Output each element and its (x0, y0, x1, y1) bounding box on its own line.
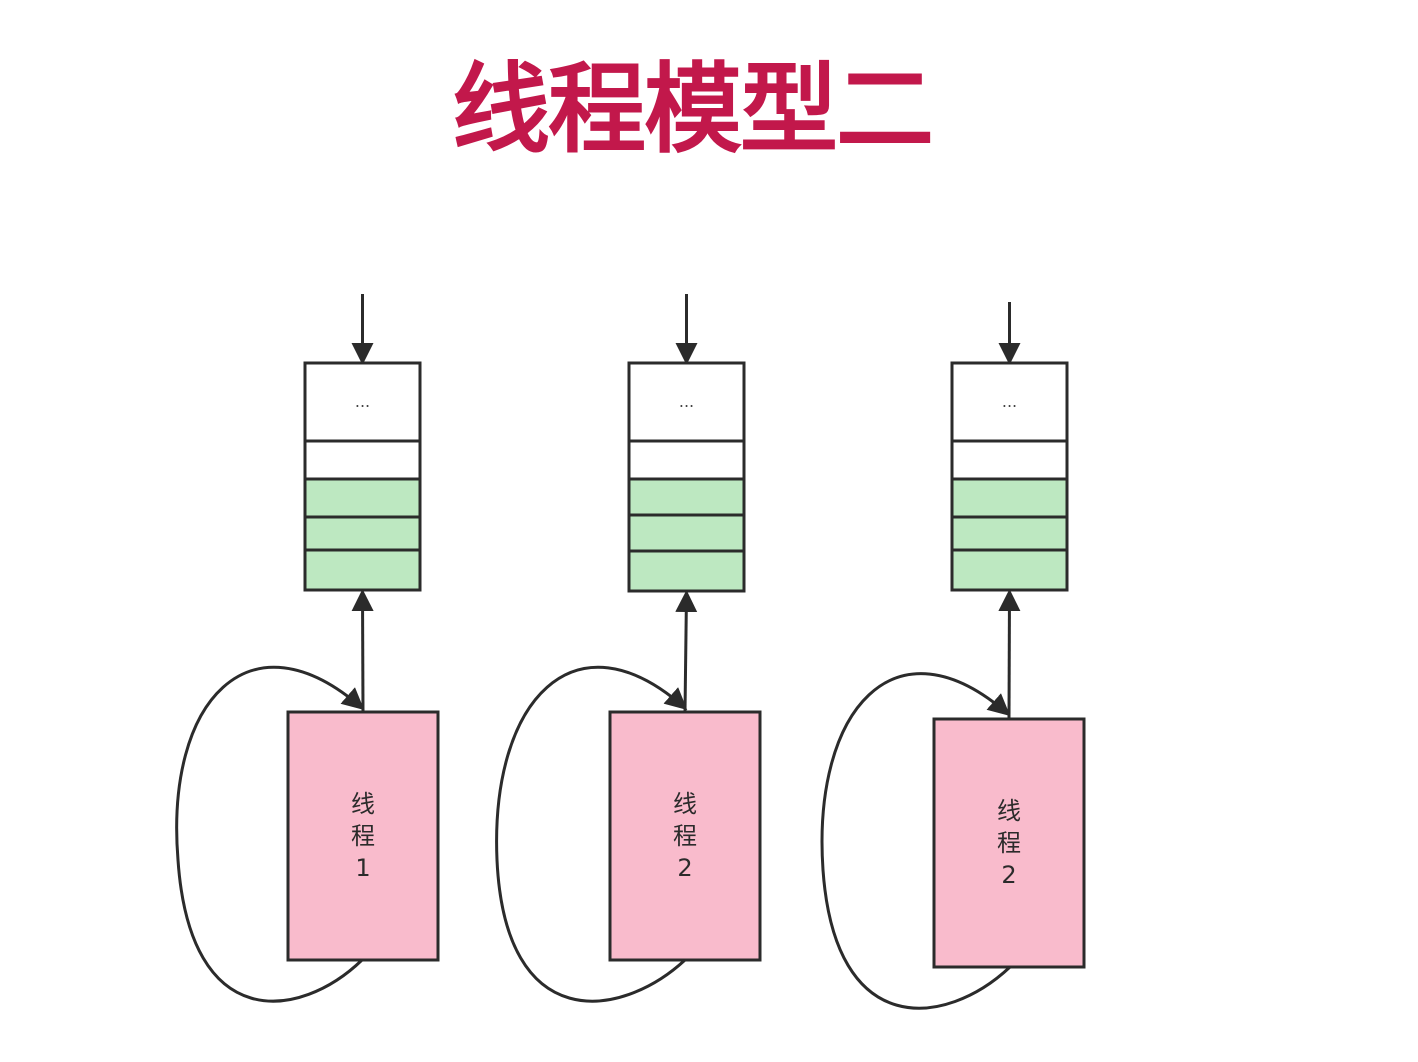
thread-label-line: 线 (997, 797, 1021, 825)
queue-slot-filled (627, 549, 746, 593)
queue-slot-ellipsis: ... (679, 392, 694, 411)
thread-model-diagram: ...线程1...线程2...线程2 (175, 294, 1086, 1010)
thread-label-line: 2 (1001, 861, 1016, 889)
queue-slot-filled (627, 477, 746, 517)
thread-label-line: 线 (673, 790, 697, 818)
queue-slot-filled (627, 513, 746, 553)
thread-label-line: 程 (673, 822, 697, 850)
thread-label-line: 1 (355, 854, 370, 882)
thread-label-line: 程 (351, 822, 375, 850)
queue-slot-filled (303, 515, 422, 552)
thread-unit-3: ... 线程 2 (820, 302, 1086, 1010)
queue-slot-empty (950, 439, 1069, 481)
queue-slot-filled (950, 515, 1069, 552)
queue-slot-empty (303, 439, 422, 481)
queue-slot-empty (627, 439, 746, 481)
queue-slot-filled (950, 477, 1069, 519)
thread-label-line: 线 (351, 790, 375, 818)
thread-unit-1: ... 线程 1 (175, 294, 440, 1003)
task-queue: ... (627, 361, 746, 593)
task-queue: ... (950, 361, 1069, 592)
thread-unit-2: ... 线程 2 (495, 294, 762, 1003)
thread-label-line: 程 (997, 829, 1021, 857)
queue-slot-filled (303, 548, 422, 592)
queue-slot-ellipsis: ... (355, 392, 370, 411)
queue-slot-filled (303, 477, 422, 519)
fetch-arrow (675, 590, 698, 713)
thread-label-line: 2 (677, 854, 692, 882)
task-queue: ... (303, 361, 422, 592)
queue-slot-ellipsis: ... (1002, 392, 1017, 411)
fetch-arrow (998, 589, 1021, 720)
fetch-arrow (351, 589, 374, 713)
queue-slot-filled (950, 548, 1069, 592)
